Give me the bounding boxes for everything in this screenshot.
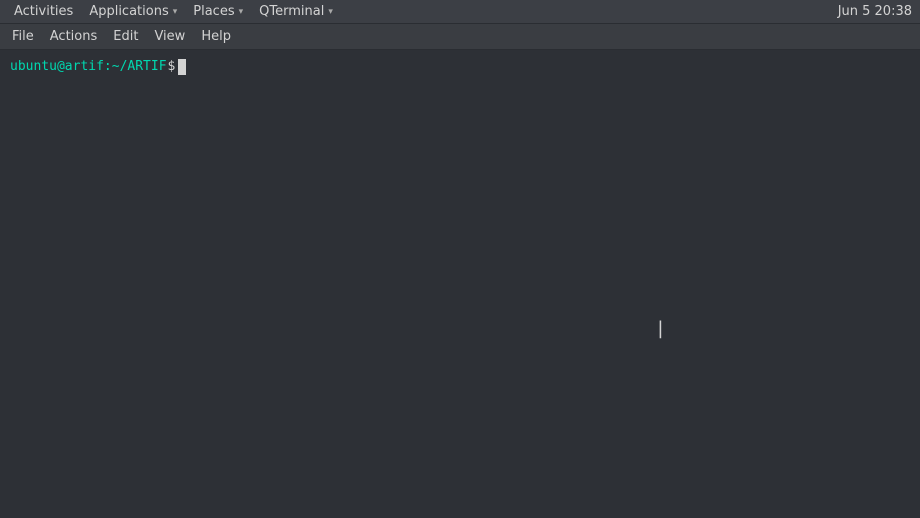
applications-chevron: ▾: [173, 7, 178, 17]
system-bar-left: Activities Applications ▾ Places ▾ QTerm…: [8, 0, 339, 24]
system-bar-right: Jun 5 20:38: [838, 4, 912, 19]
prompt-user-host: ubuntu@artif:: [10, 58, 112, 76]
prompt-path: ~/ARTIF: [112, 58, 167, 76]
help-menu[interactable]: Help: [193, 26, 239, 48]
app-menu-bar: File Actions Edit View Help: [0, 24, 920, 50]
file-label: File: [12, 29, 34, 44]
activities-button[interactable]: Activities: [8, 0, 79, 24]
edit-label: Edit: [113, 29, 138, 44]
system-bar: Activities Applications ▾ Places ▾ QTerm…: [0, 0, 920, 24]
qterminal-label: QTerminal: [259, 4, 324, 19]
places-label: Places: [193, 4, 234, 19]
activities-label: Activities: [14, 4, 73, 19]
help-label: Help: [201, 29, 231, 44]
applications-label: Applications: [89, 4, 168, 19]
view-menu[interactable]: View: [146, 26, 193, 48]
places-chevron: ▾: [239, 7, 244, 17]
qterminal-chevron: ▾: [328, 7, 333, 17]
edit-menu[interactable]: Edit: [105, 26, 146, 48]
applications-menu[interactable]: Applications ▾: [83, 0, 183, 24]
actions-label: Actions: [50, 29, 98, 44]
terminal-body[interactable]: ubuntu@artif:~/ARTIF$ |: [0, 50, 920, 518]
datetime-display: Jun 5 20:38: [838, 4, 912, 19]
terminal-cursor: [178, 59, 186, 75]
mouse-text-cursor: |: [655, 318, 666, 339]
actions-menu[interactable]: Actions: [42, 26, 106, 48]
view-label: View: [154, 29, 185, 44]
file-menu[interactable]: File: [4, 26, 42, 48]
terminal-prompt: ubuntu@artif:~/ARTIF$: [10, 58, 910, 76]
places-menu[interactable]: Places ▾: [187, 0, 249, 24]
qterminal-menu[interactable]: QTerminal ▾: [253, 0, 339, 24]
prompt-dollar: $: [168, 58, 176, 76]
